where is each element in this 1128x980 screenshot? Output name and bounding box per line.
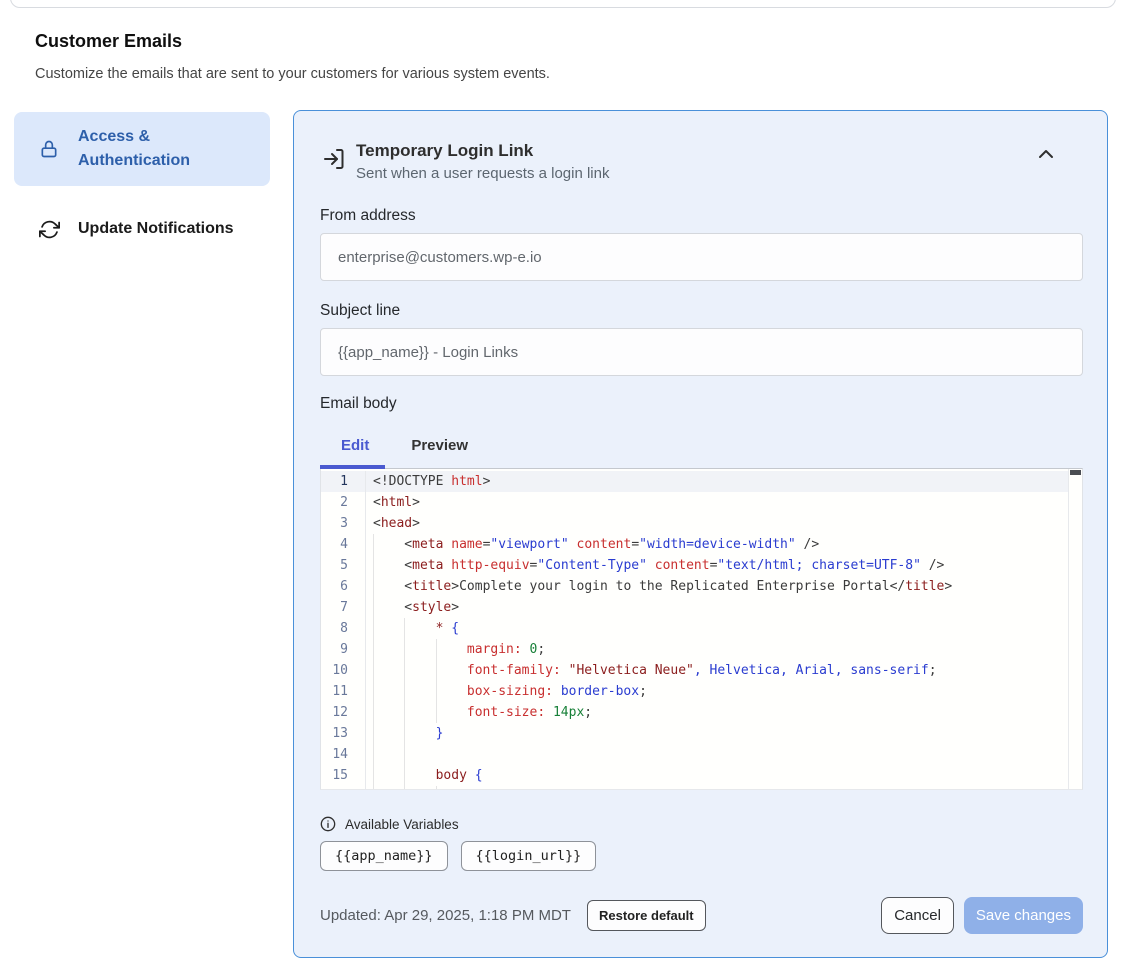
code-line: 12font-size: 14px; bbox=[321, 702, 1082, 723]
tab-edit[interactable]: Edit bbox=[320, 437, 390, 468]
code-line: 3<head> bbox=[321, 513, 1082, 534]
code-line: 5<meta http-equiv="Content-Type" content… bbox=[321, 555, 1082, 576]
panel-header: Temporary Login Link Sent when a user re… bbox=[320, 139, 1083, 185]
sidebar-item-label: Access & Authentication bbox=[78, 125, 260, 173]
available-variables-label: Available Variables bbox=[345, 817, 459, 832]
subject-line-label: Subject line bbox=[320, 302, 1083, 320]
variable-chip-login-url[interactable]: {{login_url}} bbox=[461, 841, 597, 871]
code-line: 1<!DOCTYPE html> bbox=[321, 471, 1082, 492]
code-line: 11box-sizing: border-box; bbox=[321, 681, 1082, 702]
chevron-up-icon[interactable] bbox=[1037, 147, 1055, 161]
panel-subtitle: Sent when a user requests a login link bbox=[356, 163, 1083, 185]
subject-line-input[interactable] bbox=[320, 328, 1083, 376]
code-line: 8* { bbox=[321, 618, 1082, 639]
code-line: 13} bbox=[321, 723, 1082, 744]
page-subtitle: Customize the emails that are sent to yo… bbox=[35, 66, 550, 82]
email-types-sidebar: Access & Authentication Update Notificat… bbox=[14, 112, 270, 253]
log-in-icon bbox=[322, 147, 346, 171]
code-line: 7<style> bbox=[321, 597, 1082, 618]
sidebar-item-update-notifications[interactable]: Update Notifications bbox=[14, 205, 270, 253]
panel-footer: Updated: Apr 29, 2025, 1:18 PM MDT Resto… bbox=[320, 897, 1083, 934]
code-line: 4<meta name="viewport" content="width=de… bbox=[321, 534, 1082, 555]
code-editor[interactable]: 1<!DOCTYPE html>2<html>3<head>4<meta nam… bbox=[320, 468, 1083, 790]
variable-chips: {{app_name}} {{login_url}} bbox=[320, 841, 1083, 871]
code-line: 2<html> bbox=[321, 492, 1082, 513]
editor-scrollbar-thumb[interactable] bbox=[1070, 470, 1081, 475]
email-body-label: Email body bbox=[320, 395, 1083, 413]
available-variables-header: Available Variables bbox=[320, 816, 1083, 832]
from-address-input[interactable] bbox=[320, 233, 1083, 281]
updated-timestamp: Updated: Apr 29, 2025, 1:18 PM MDT bbox=[320, 907, 571, 924]
previous-card-bottom-edge bbox=[10, 0, 1116, 8]
active-tab-underline bbox=[320, 465, 385, 469]
panel-title: Temporary Login Link bbox=[356, 139, 1083, 163]
editor-scrollbar[interactable] bbox=[1068, 469, 1082, 789]
email-body-tabs: Edit Preview bbox=[320, 437, 1083, 468]
save-changes-button[interactable]: Save changes bbox=[964, 897, 1083, 934]
code-line: 10font-family: "Helvetica Neue", Helveti… bbox=[321, 660, 1082, 681]
code-line: 6<title>Complete your login to the Repli… bbox=[321, 576, 1082, 597]
sidebar-item-access-authentication[interactable]: Access & Authentication bbox=[14, 112, 270, 186]
code-editor-wrap: 1<!DOCTYPE html>2<html>3<head>4<meta nam… bbox=[320, 468, 1083, 790]
code-line: 16background-color: #f6f6f6; bbox=[321, 786, 1082, 790]
refresh-icon bbox=[38, 218, 60, 240]
code-line: 9margin: 0; bbox=[321, 639, 1082, 660]
code-editor-lines: 1<!DOCTYPE html>2<html>3<head>4<meta nam… bbox=[321, 471, 1082, 790]
from-address-label: From address bbox=[320, 207, 1083, 225]
tab-preview[interactable]: Preview bbox=[390, 437, 489, 468]
cancel-button[interactable]: Cancel bbox=[881, 897, 954, 934]
temporary-login-link-panel: Temporary Login Link Sent when a user re… bbox=[293, 110, 1108, 958]
customer-emails-page: Customer Emails Customize the emails tha… bbox=[0, 0, 1128, 980]
restore-default-button[interactable]: Restore default bbox=[587, 900, 706, 931]
info-icon bbox=[320, 816, 336, 832]
page-title: Customer Emails bbox=[35, 31, 182, 52]
sidebar-item-label: Update Notifications bbox=[78, 217, 234, 241]
variable-chip-app-name[interactable]: {{app_name}} bbox=[320, 841, 448, 871]
code-line: 15body { bbox=[321, 765, 1082, 786]
lock-icon bbox=[38, 138, 60, 160]
code-line: 14 bbox=[321, 744, 1082, 765]
